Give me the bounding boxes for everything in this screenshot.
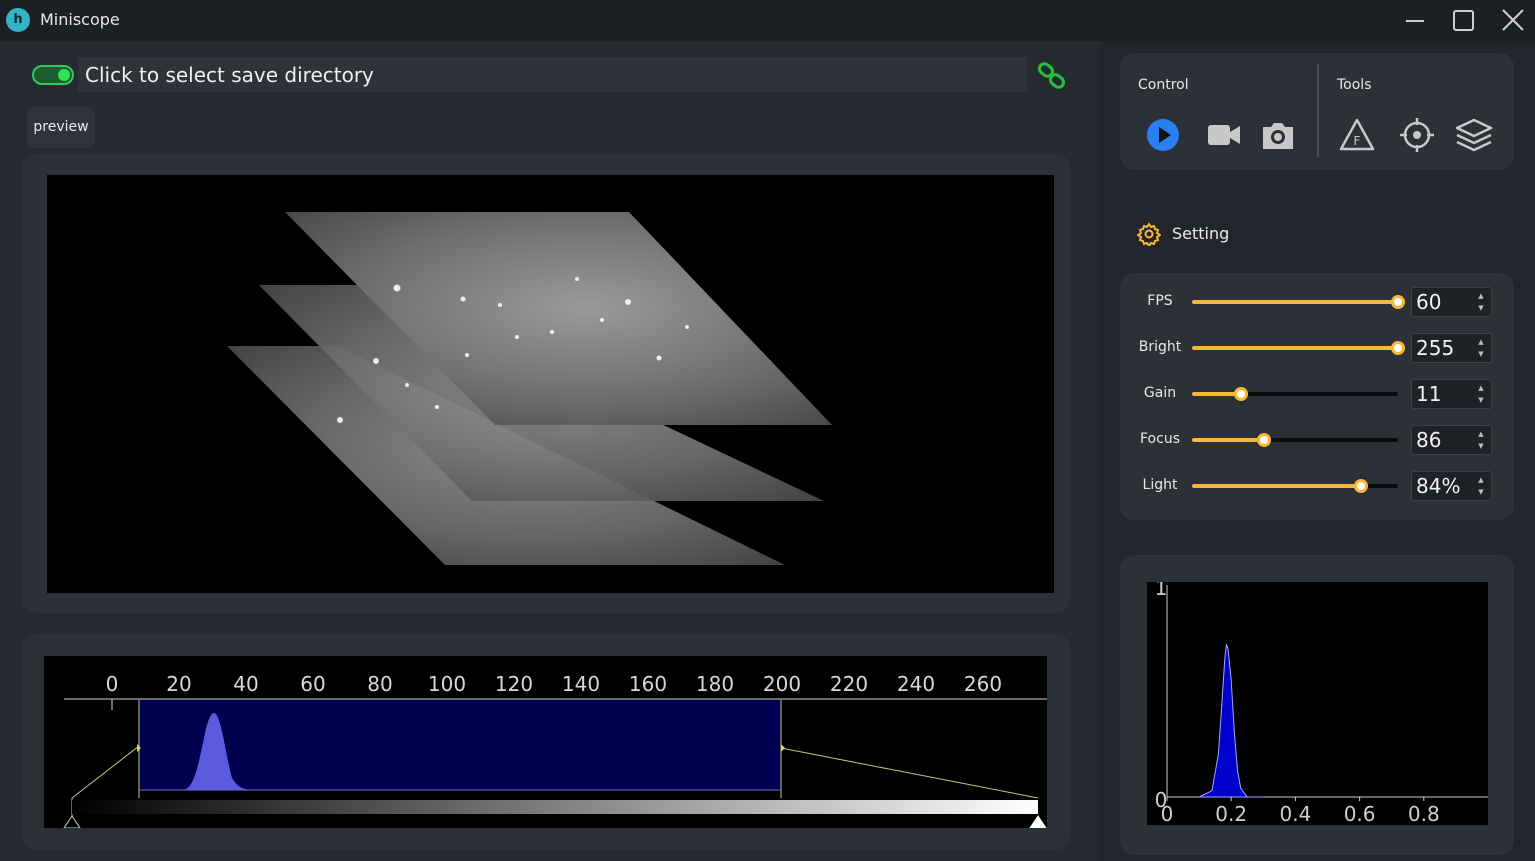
levels-tick-label: 120 [495,672,533,696]
focus-slider[interactable] [1192,433,1398,447]
black-point-handle[interactable] [63,815,81,829]
slider-fill [1192,346,1398,350]
levels-tick-label: 100 [428,672,466,696]
spin-value: 255 [1416,336,1455,360]
levels-tick-label: 160 [629,672,667,696]
light-spinbox[interactable]: 84% ▲ ▼ [1411,471,1492,501]
x-tick-label: 0.6 [1344,802,1376,825]
video-camera-icon[interactable] [1205,116,1243,154]
link-icon[interactable] [1036,60,1068,92]
y-tick-label: 1 [1155,582,1168,600]
slider-fill [1192,484,1361,488]
fps-spinbox[interactable]: 60 ▲ ▼ [1411,287,1492,317]
slider-handle[interactable] [1391,295,1405,309]
save-directory-input[interactable] [78,57,1027,92]
gain-slider[interactable] [1192,387,1398,401]
white-point-handle[interactable] [1029,815,1047,829]
app-logo-icon: h [6,8,30,32]
slider-handle[interactable] [1257,433,1272,447]
x-tick-label: 0.2 [1215,802,1247,825]
levels-histogram[interactable]: 0 20 40 60 80 100 120 140 160 180 200 220 240 260 [44,656,1047,829]
levels-tick-label: 0 [106,672,119,696]
setting-label: FPS [1147,293,1173,309]
setting-label: Bright [1138,339,1182,355]
setting-title: Setting [1172,224,1230,243]
gear-icon [1137,222,1161,246]
setting-label: Light [1142,477,1178,493]
toggle-knob [58,69,70,81]
tab-preview[interactable]: preview [27,107,95,148]
focus-warning-icon[interactable]: F [1338,116,1376,154]
minimize-icon[interactable] [1400,6,1430,36]
fps-slider[interactable] [1192,295,1405,309]
setting-label: Gain [1143,385,1177,401]
bright-slider[interactable] [1192,341,1405,355]
levels-tick-label: 40 [233,672,258,696]
bright-spinbox[interactable]: 255 ▲ ▼ [1411,333,1492,363]
spin-value: 86 [1416,428,1442,452]
spin-value: 84% [1416,474,1461,498]
intensity-histogram-chart: 0 0.2 0.4 0.6 0.801 [1155,576,1488,826]
spin-arrows-icon[interactable]: ▲ ▼ [1477,474,1485,498]
levels-tick-label: 80 [367,672,392,696]
intensity-histogram: 0 0.2 0.4 0.6 0.8 0 1 [1147,576,1488,826]
slider-fill [1192,438,1265,442]
close-icon[interactable] [1498,6,1528,36]
spin-value: 11 [1416,382,1442,406]
light-slider[interactable] [1192,479,1398,493]
maximize-icon[interactable] [1448,6,1478,36]
y-tick-label: 0 [1155,788,1168,812]
x-tick-label: 0.4 [1279,802,1311,825]
stacked-frames-image [227,212,832,565]
histogram-series [1198,644,1264,798]
focus-spinbox[interactable]: 86 ▲ ▼ [1411,425,1492,455]
layers-icon[interactable] [1455,116,1493,154]
setting-label: Focus [1140,431,1180,447]
levels-tick-label: 260 [964,672,1002,696]
levels-tick-label: 180 [696,672,734,696]
svg-text:F: F [1354,134,1361,148]
levels-tick-label: 60 [300,672,325,696]
levels-tick-label: 200 [763,672,801,696]
slider-handle[interactable] [1391,341,1405,355]
slider-handle[interactable] [1353,479,1368,493]
levels-tick-label: 140 [562,672,600,696]
control-group-label: Control [1138,77,1189,93]
levels-tick-label: 240 [897,672,935,696]
slider-fill [1192,300,1398,304]
levels-tick-label: 20 [166,672,191,696]
crosshair-icon[interactable] [1398,116,1436,154]
levels-tick-label: 220 [830,672,868,696]
tools-divider [1317,64,1319,157]
preview-image [47,175,1054,593]
play-icon[interactable] [1144,116,1182,154]
spin-arrows-icon[interactable]: ▲ ▼ [1477,290,1485,314]
record-toggle[interactable] [32,65,74,85]
window-title: Miniscope [40,10,120,29]
x-tick-label: 0.8 [1408,802,1440,825]
tools-group-label: Tools [1337,77,1372,93]
spin-value: 60 [1416,290,1442,314]
gain-spinbox[interactable]: 11 ▲ ▼ [1411,379,1492,409]
spin-arrows-icon[interactable]: ▲ ▼ [1477,428,1485,452]
spin-arrows-icon[interactable]: ▲ ▼ [1477,336,1485,360]
title-bar: h Miniscope [0,0,1535,41]
spin-arrows-icon[interactable]: ▲ ▼ [1477,382,1485,406]
camera-icon[interactable] [1259,116,1297,154]
